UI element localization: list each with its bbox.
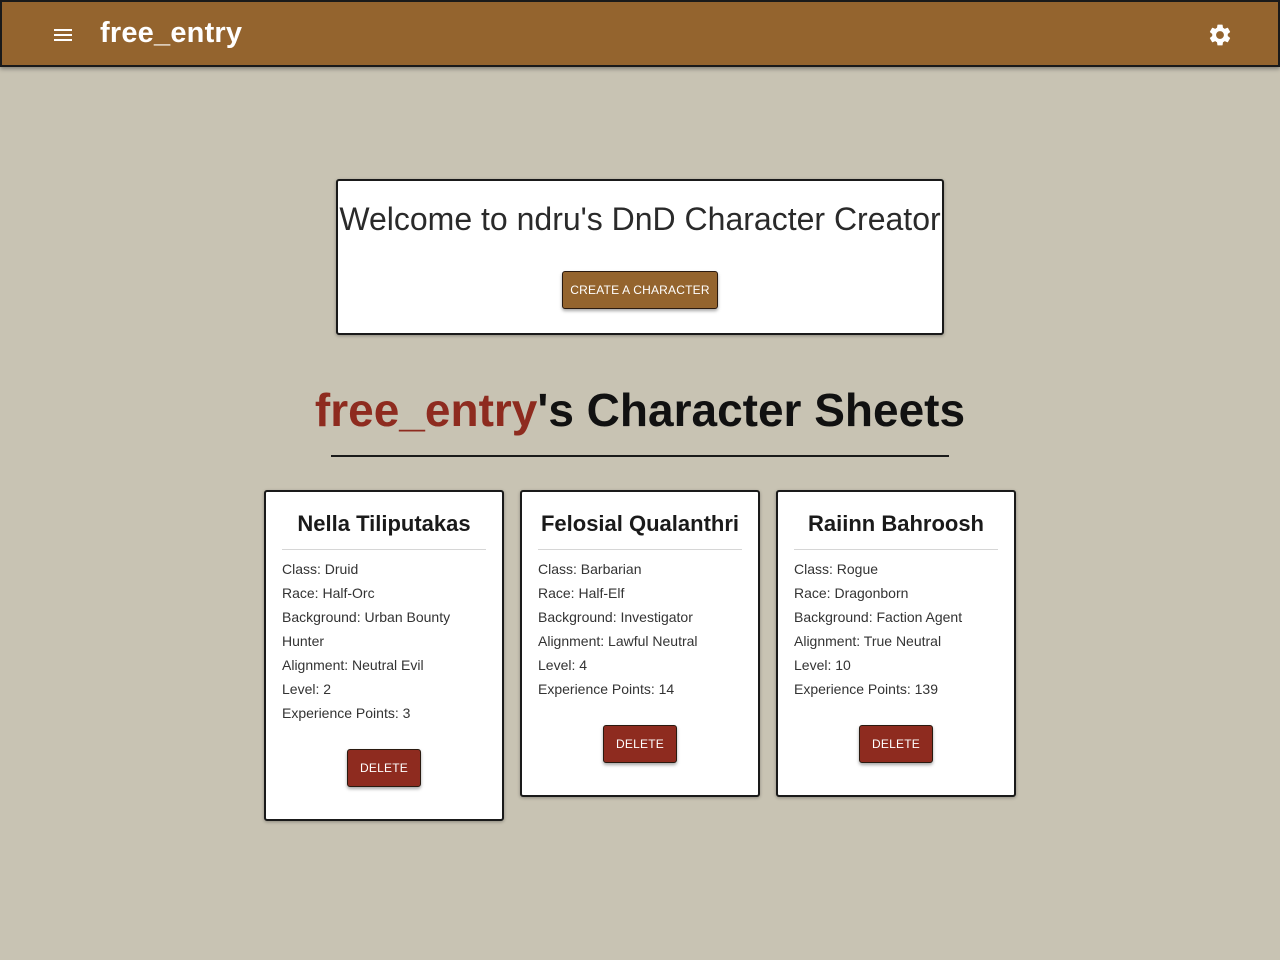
character-xp: Experience Points: 14: [538, 681, 675, 697]
app-title[interactable]: free_entry: [100, 15, 242, 51]
character-name: Raiinn Bahroosh: [807, 511, 984, 536]
gear-icon[interactable]: [1207, 22, 1233, 48]
character-class: Class: Druid: [282, 561, 359, 577]
character-name: Felosial Qualanthri: [540, 511, 740, 536]
character-sheets-heading: free_entry's Character Sheets: [0, 383, 1280, 437]
character-race: Race: Half-Elf: [538, 585, 625, 601]
character-class: Class: Rogue: [794, 561, 879, 577]
character-race: Race: Dragonborn: [794, 585, 909, 601]
character-alignment: Alignment: True Neutral: [794, 633, 942, 649]
character-details: Class: Druid Race: Half-Orc Background: …: [282, 557, 492, 725]
character-card: Raiinn Bahroosh Class: Rogue Race: Drago…: [776, 490, 1016, 797]
character-card: Nella Tiliputakas Class: Druid Race: Hal…: [264, 490, 504, 821]
welcome-card: Welcome to ndru's DnD Character Creator …: [336, 179, 944, 335]
character-alignment: Alignment: Neutral Evil: [282, 657, 424, 673]
card-divider: [282, 549, 486, 550]
character-alignment: Alignment: Lawful Neutral: [538, 633, 698, 649]
character-level: Level: 10: [794, 657, 851, 673]
character-xp: Experience Points: 3: [282, 705, 411, 721]
character-background: Background: Urban Bounty Hunter: [282, 609, 451, 649]
character-details: Class: Rogue Race: Dragonborn Background…: [794, 557, 1004, 701]
delete-button[interactable]: Delete: [347, 749, 421, 787]
character-level: Level: 2: [282, 681, 332, 697]
character-name: Nella Tiliputakas: [297, 511, 471, 536]
delete-button[interactable]: Delete: [603, 725, 677, 763]
character-level: Level: 4: [538, 657, 588, 673]
character-details: Class: Barbarian Race: Half-Elf Backgrou…: [538, 557, 748, 701]
card-divider: [794, 549, 998, 550]
welcome-title: Welcome to ndru's DnD Character Creator: [339, 201, 941, 237]
character-xp: Experience Points: 139: [794, 681, 938, 697]
username: free_entry: [314, 384, 538, 436]
card-divider: [538, 549, 742, 550]
heading-divider: [331, 455, 949, 457]
character-card: Felosial Qualanthri Class: Barbarian Rac…: [520, 490, 760, 797]
heading-suffix: 's Character Sheets: [537, 384, 966, 436]
character-class: Class: Barbarian: [538, 561, 642, 577]
character-race: Race: Half-Orc: [282, 585, 375, 601]
app-bar: free_entry: [0, 0, 1280, 67]
character-background: Background: Faction Agent: [794, 609, 963, 625]
create-character-button[interactable]: Create a Character: [562, 271, 718, 309]
menu-icon[interactable]: [52, 26, 76, 46]
delete-button[interactable]: Delete: [859, 725, 933, 763]
character-background: Background: Investigator: [538, 609, 693, 625]
